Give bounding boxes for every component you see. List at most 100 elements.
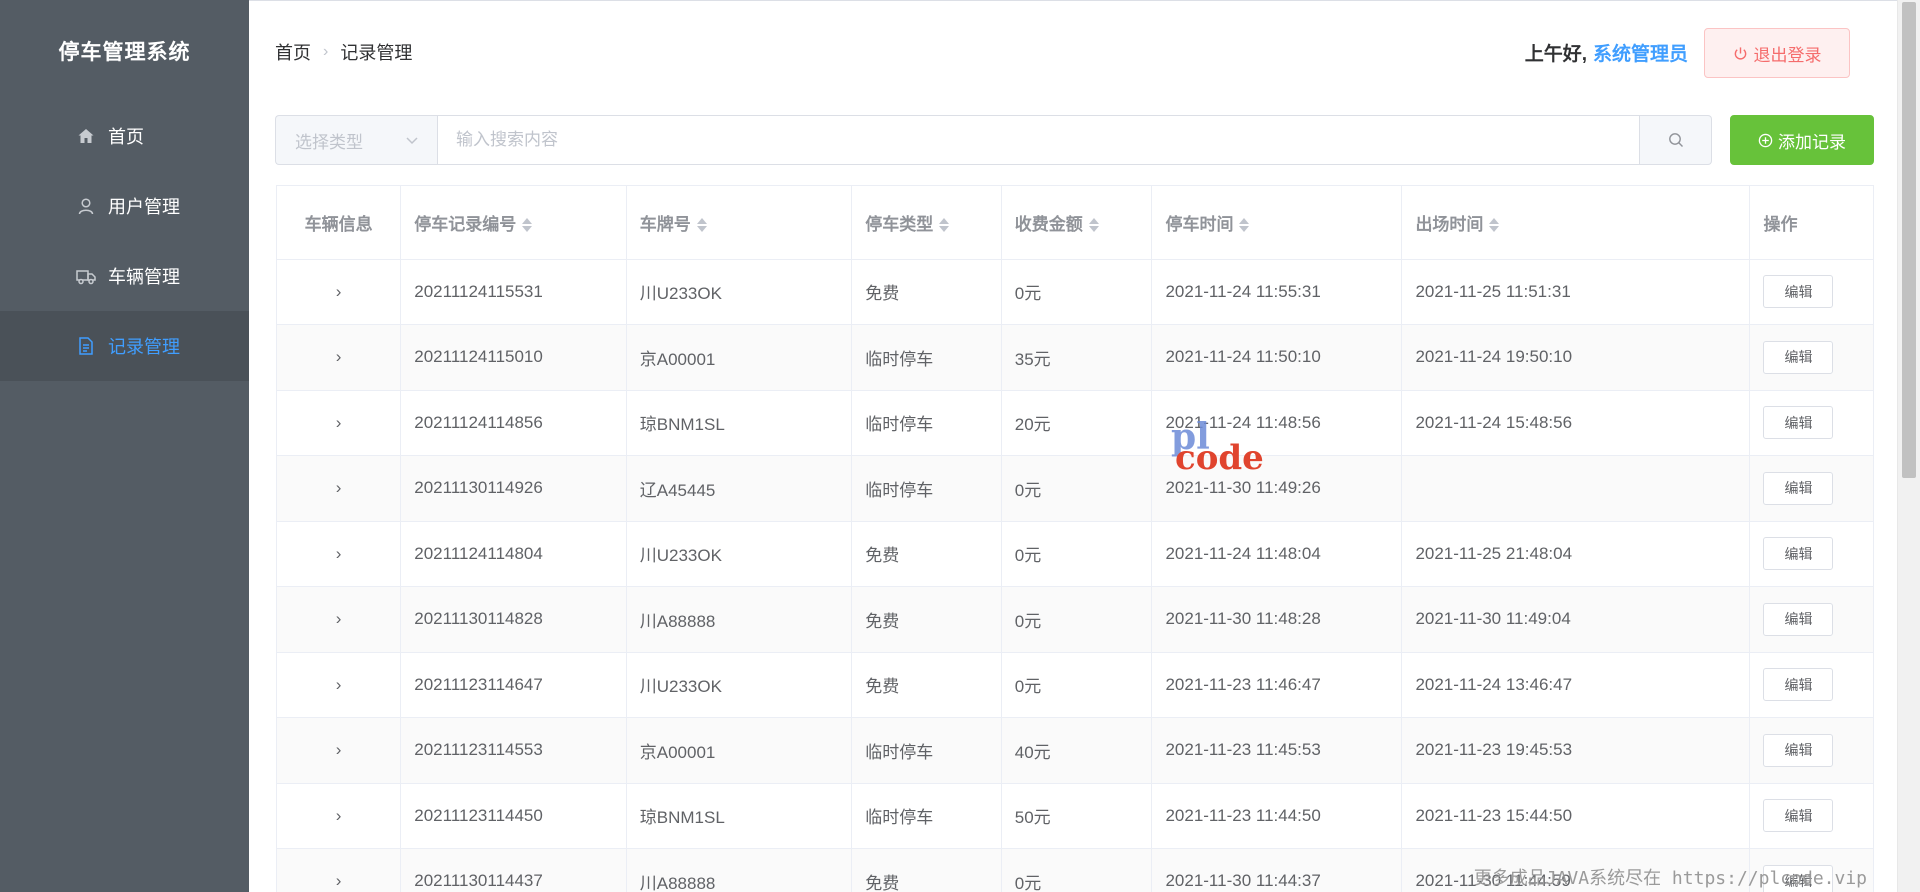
logout-button[interactable]: 退出登录 <box>1704 28 1850 78</box>
expand-cell[interactable]: › <box>277 455 402 522</box>
plus-circle-icon <box>1758 133 1773 147</box>
action-cell: 编辑 <box>1749 783 1873 849</box>
record-id-cell: 20211123114553 <box>400 717 627 784</box>
edit-button[interactable]: 编辑 <box>1763 275 1834 309</box>
sidebar-item-label: 车辆管理 <box>108 267 180 287</box>
expand-cell[interactable]: › <box>277 521 402 587</box>
table-row: › 20211124114804 川U233OK 免费 0元 2021-11-24 11:… <box>277 521 1873 587</box>
chevron-right-icon[interactable]: › <box>336 478 342 498</box>
parking-type-cell: 临时停车 <box>851 324 1002 391</box>
action-cell: 编辑 <box>1749 521 1873 587</box>
power-icon <box>1734 46 1746 60</box>
sidebar-item-users[interactable]: 用户管理 <box>0 171 249 241</box>
column-header[interactable]: 停车记录编号 <box>400 186 627 260</box>
edit-button[interactable]: 编辑 <box>1763 537 1834 571</box>
sort-icon[interactable] <box>1239 217 1250 233</box>
expand-cell[interactable]: › <box>277 783 402 849</box>
edit-button[interactable]: 编辑 <box>1763 340 1834 374</box>
sort-icon[interactable] <box>939 217 950 233</box>
expand-cell[interactable]: › <box>277 717 402 784</box>
chevron-right-icon[interactable]: › <box>336 675 342 695</box>
action-cell: 编辑 <box>1749 652 1873 718</box>
column-header[interactable]: 停车时间 <box>1151 186 1403 260</box>
entry-time-cell: 2021-11-24 11:50:10 <box>1151 324 1403 391</box>
edit-button[interactable]: 编辑 <box>1763 668 1834 702</box>
add-record-button[interactable]: 添加记录 <box>1730 115 1874 165</box>
column-header[interactable]: 收费金额 <box>1001 186 1153 260</box>
parking-type-cell: 临时停车 <box>851 783 1002 849</box>
sidebar-item-label: 用户管理 <box>108 197 180 217</box>
search-input[interactable] <box>437 115 1640 165</box>
greeting-text: 上午好, <box>1524 44 1587 65</box>
page-scrollbar[interactable] <box>1897 0 1920 892</box>
record-id-cell: 20211124115531 <box>400 259 627 325</box>
sort-icon[interactable] <box>522 217 533 233</box>
column-header[interactable]: 车牌号 <box>626 186 853 260</box>
exit-time-cell: 2021-11-24 15:48:56 <box>1401 390 1751 456</box>
sidebar-item-label: 首页 <box>108 127 144 147</box>
sidebar-item-vehicles[interactable]: 车辆管理 <box>0 241 249 311</box>
record-id-cell: 20211130114828 <box>400 586 627 653</box>
type-select-placeholder: 选择类型 <box>295 132 363 152</box>
scrollbar-thumb[interactable] <box>1902 2 1916 478</box>
column-header[interactable]: 出场时间 <box>1401 186 1751 260</box>
expand-cell[interactable]: › <box>277 848 402 892</box>
chevron-right-icon[interactable]: › <box>336 347 342 367</box>
record-id-cell: 20211123114450 <box>400 783 627 849</box>
user-icon <box>76 196 96 216</box>
parking-type-cell: 免费 <box>851 521 1002 587</box>
edit-button[interactable]: 编辑 <box>1763 799 1834 833</box>
home-icon <box>76 126 96 146</box>
expand-cell[interactable]: › <box>277 652 402 718</box>
column-header: 车辆信息 <box>277 186 402 260</box>
edit-button[interactable]: 编辑 <box>1763 471 1834 505</box>
edit-button[interactable]: 编辑 <box>1763 602 1834 636</box>
plate-cell: 川U233OK <box>626 521 853 587</box>
column-header[interactable]: 停车类型 <box>851 186 1002 260</box>
chevron-right-icon[interactable]: › <box>336 871 342 891</box>
chevron-down-icon <box>406 137 418 145</box>
expand-cell[interactable]: › <box>277 586 402 653</box>
chevron-right-icon[interactable]: › <box>336 544 342 564</box>
chevron-right-icon[interactable]: › <box>336 806 342 826</box>
chevron-right-icon[interactable]: › <box>336 282 342 302</box>
record-id-cell: 20211130114437 <box>400 848 627 892</box>
parking-type-cell: 临时停车 <box>851 455 1002 522</box>
action-cell: 编辑 <box>1749 390 1873 456</box>
parking-type-cell: 免费 <box>851 848 1002 892</box>
username: 系统管理员 <box>1592 44 1688 65</box>
edit-button[interactable]: 编辑 <box>1763 406 1834 440</box>
sidebar-item-records[interactable]: 记录管理 <box>0 311 249 381</box>
sidebar-item-home[interactable]: 首页 <box>0 101 249 171</box>
sort-icon[interactable] <box>696 217 707 233</box>
expand-cell[interactable]: › <box>277 324 402 391</box>
table-row: › 20211130114926 辽A45445 临时停车 0元 2021-11-30 1… <box>277 455 1873 522</box>
sidebar-item-label: 记录管理 <box>108 337 180 357</box>
expand-cell[interactable]: › <box>277 390 402 456</box>
search-button[interactable] <box>1640 115 1712 165</box>
exit-time-cell: 2021-11-23 15:44:50 <box>1401 783 1751 849</box>
plate-cell: 辽A45445 <box>626 455 853 522</box>
fee-cell: 35元 <box>1001 324 1153 391</box>
column-header: 操作 <box>1749 186 1873 260</box>
sort-icon[interactable] <box>1088 217 1099 233</box>
entry-time-cell: 2021-11-23 11:44:50 <box>1151 783 1403 849</box>
record-id-cell: 20211124115010 <box>400 324 627 391</box>
entry-time-cell: 2021-11-24 11:48:56 <box>1151 390 1403 456</box>
top-header: 首页 › 记录管理 上午好, 系统管理员 退出登录 <box>249 1 1897 101</box>
action-cell: 编辑 <box>1749 324 1873 391</box>
chevron-right-icon[interactable]: › <box>336 740 342 760</box>
plate-cell: 川A88888 <box>626 848 853 892</box>
chevron-right-icon[interactable]: › <box>336 609 342 629</box>
chevron-right-icon[interactable]: › <box>336 413 342 433</box>
exit-time-cell <box>1401 455 1751 522</box>
edit-button[interactable]: 编辑 <box>1763 733 1834 767</box>
type-select[interactable]: 选择类型 <box>275 115 437 165</box>
fee-cell: 40元 <box>1001 717 1153 784</box>
sort-icon[interactable] <box>1489 217 1500 233</box>
fee-cell: 0元 <box>1001 259 1153 325</box>
record-id-cell: 20211124114856 <box>400 390 627 456</box>
table-row: › 20211124115531 川U233OK 免费 0元 2021-11-24 11:… <box>277 259 1873 325</box>
expand-cell[interactable]: › <box>277 259 402 325</box>
breadcrumb-home[interactable]: 首页 <box>275 39 311 65</box>
